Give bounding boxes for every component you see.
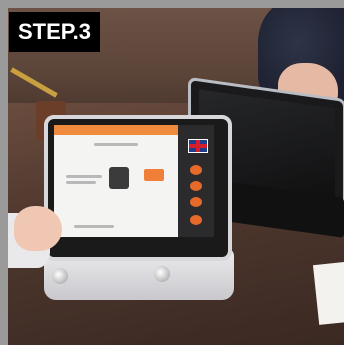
screen-text-line (66, 181, 96, 184)
reception-desk-photo (8, 8, 344, 345)
step-label: STEP.3 (18, 19, 91, 44)
screen-header-bar (54, 125, 178, 135)
sidebar-button-icon (190, 197, 202, 207)
guest-tablet (44, 115, 232, 261)
screen-action-icon (144, 169, 164, 181)
base-knob-left (52, 268, 68, 284)
guest-hand (14, 206, 62, 251)
paper-card (312, 261, 344, 325)
uk-flag-icon (188, 139, 208, 153)
sidebar-button-icon (190, 165, 202, 175)
screen-text-line (74, 225, 114, 228)
screen-text-line (94, 143, 138, 146)
base-knob-right (154, 266, 170, 282)
screen-document-icon (109, 167, 129, 189)
screen-sidebar (178, 125, 214, 237)
screen-text-line (66, 175, 102, 178)
guest-tablet-screen (54, 125, 214, 237)
sidebar-button-icon (190, 181, 202, 191)
sidebar-button-icon (190, 215, 202, 225)
step-label-badge: STEP.3 (9, 12, 100, 52)
step-image-frame: STEP.3 (0, 0, 344, 345)
